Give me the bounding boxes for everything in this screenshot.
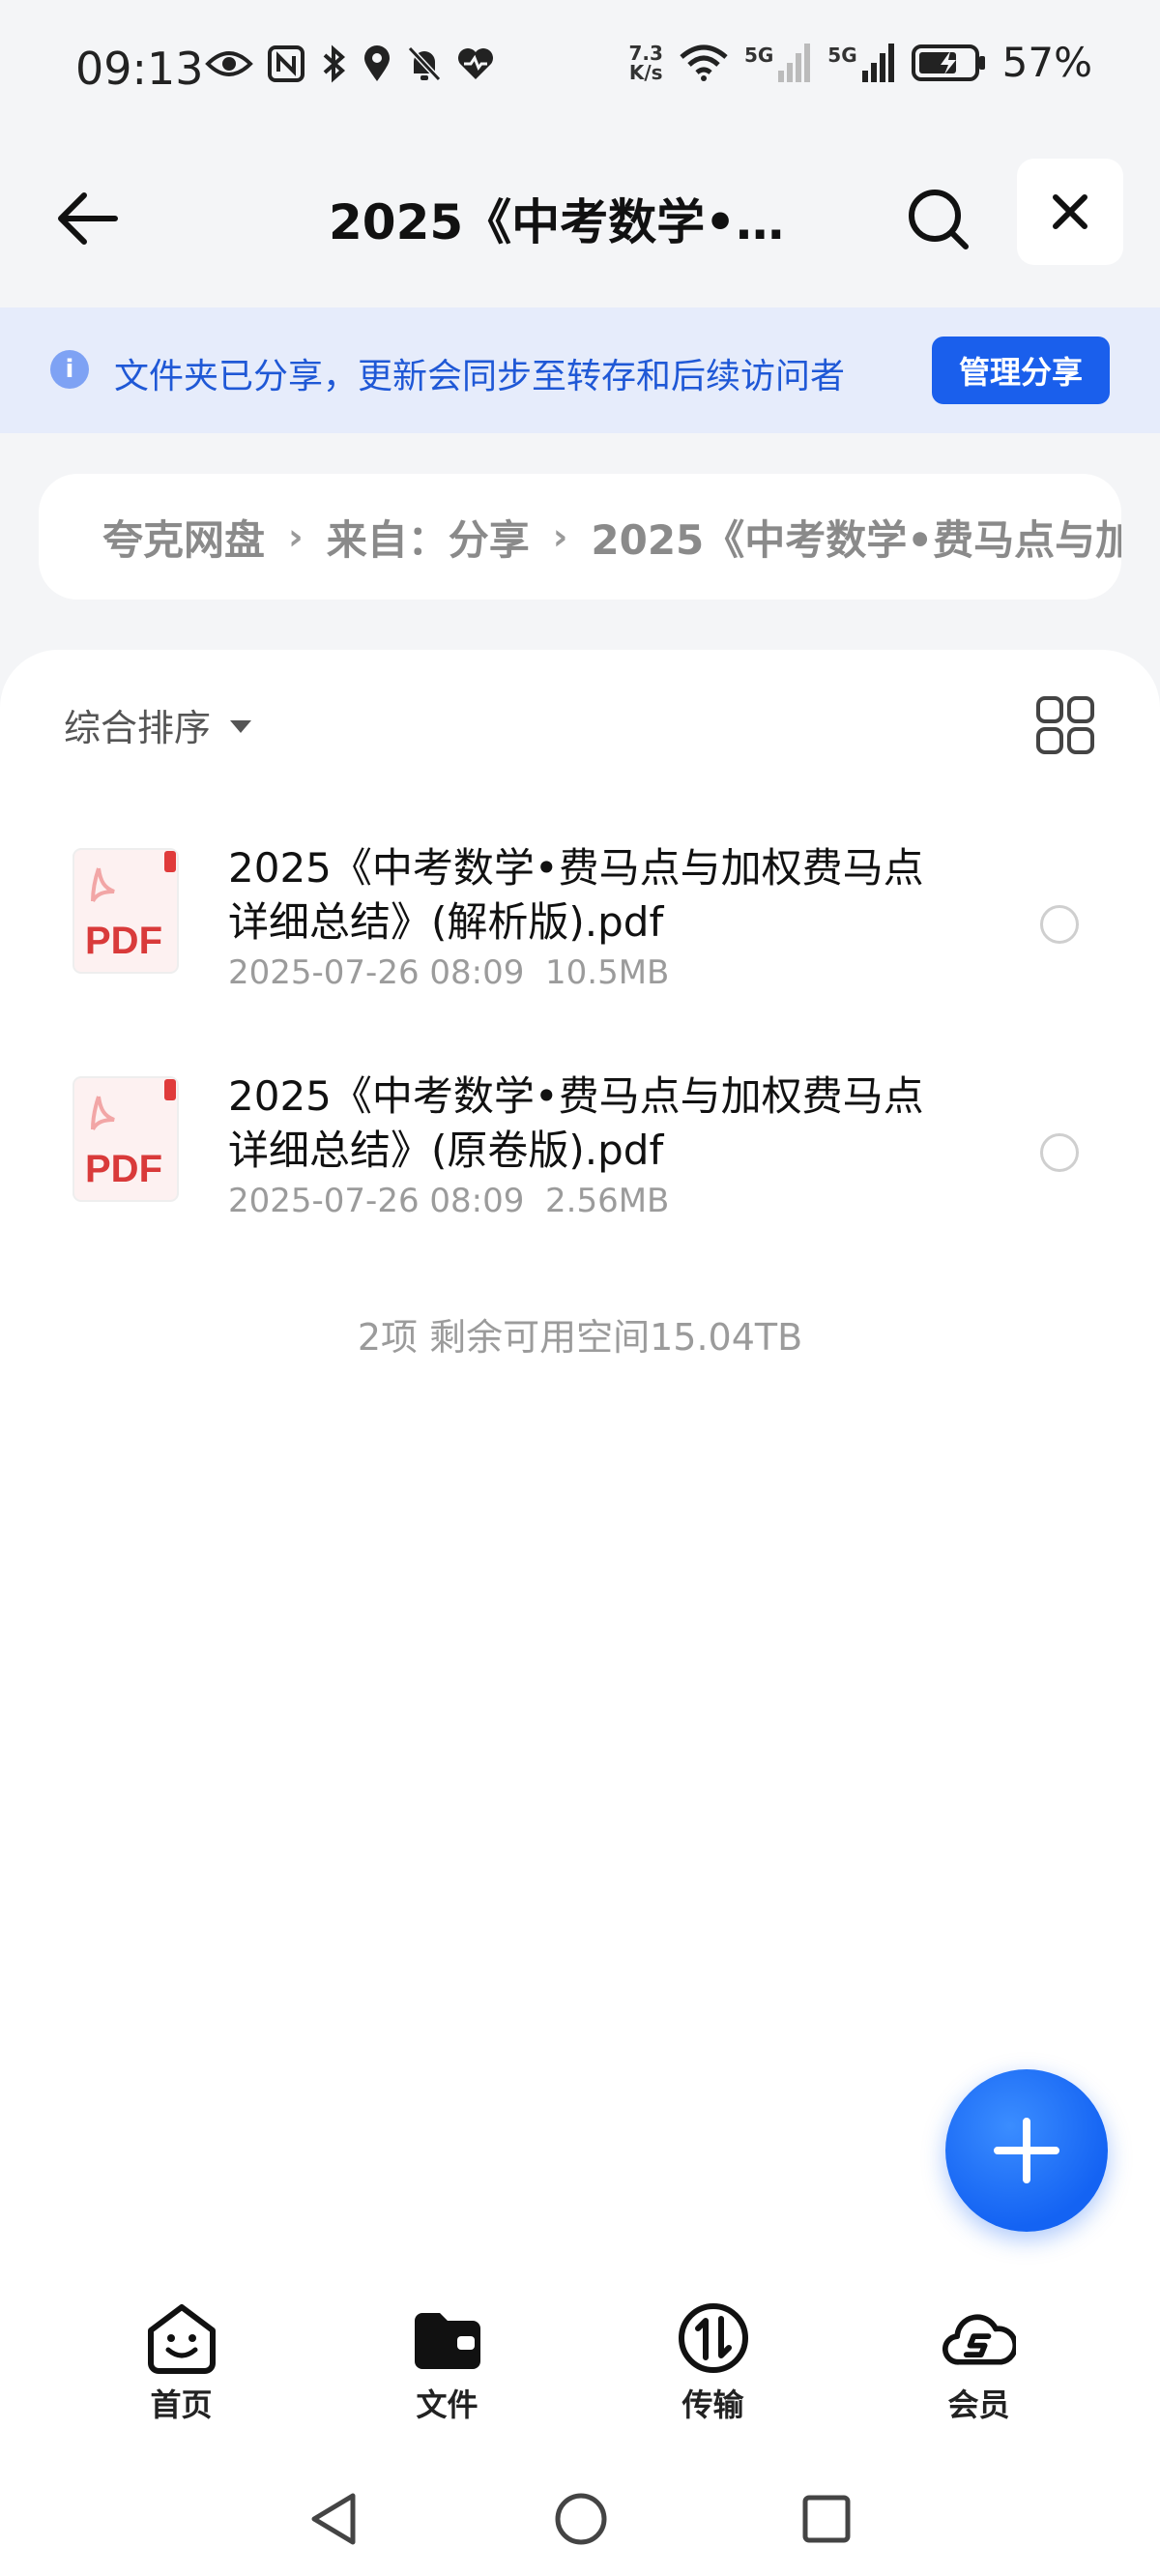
nav-label-transfer: 传输 (682, 2386, 744, 2423)
screen: 09:13 7.3 K/s 5G 5G 57% 2025《中考数学•费马 i 文… (0, 0, 1160, 2576)
nav-item-files[interactable]: 文件 (314, 2301, 580, 2437)
banner-text: 文件夹已分享，更新会同步至转存和后续访问者 (114, 357, 846, 396)
file-size: 2.56MB (545, 1182, 670, 1220)
breadcrumb-item-root[interactable]: 夸克网盘 (102, 508, 265, 567)
pdf-file-icon: PDF (72, 1076, 179, 1202)
arrow-left-icon (58, 192, 118, 245)
battery-icon (911, 44, 985, 81)
sim1-signal: 5G (743, 43, 812, 82)
network-speed-value: 7.3 (628, 41, 663, 65)
signal-bars-icon (778, 43, 811, 82)
breadcrumb-separator: › (288, 515, 304, 558)
sim1-label: 5G (743, 43, 774, 67)
nav-label-home: 首页 (150, 2386, 213, 2423)
file-date: 2025-07-26 08:09 (228, 1182, 525, 1220)
eye-icon (205, 51, 253, 76)
location-icon (364, 45, 390, 81)
add-button[interactable] (945, 2069, 1108, 2232)
back-button[interactable] (48, 180, 126, 257)
manage-share-button[interactable]: 管理分享 (932, 337, 1110, 404)
select-checkbox[interactable] (1040, 1133, 1079, 1172)
storage-summary: 2项 剩余可用空间15.04TB (357, 1316, 803, 1359)
sort-dropdown[interactable]: 综合排序 (64, 698, 252, 751)
nav-label-member: 会员 (947, 2386, 1010, 2423)
home-face-icon (147, 2304, 216, 2374)
folder-icon (414, 2313, 480, 2369)
file-list-card: 综合排序 PDF 2025《中考数学•费马点与加权费马点详细总结》(解析版).p… (0, 650, 1160, 2576)
page-title: 2025《中考数学•费马点与加权费马点详细总结》 (329, 194, 831, 250)
breadcrumb-item-share[interactable]: 来自：分享 (327, 508, 530, 567)
bottom-nav: 首页 文件 传输 会员 (0, 2301, 1160, 2437)
pdf-badge: PDF (85, 1148, 162, 1190)
system-back-button[interactable] (300, 2485, 367, 2553)
square-recents-icon (802, 2495, 851, 2543)
mute-bell-icon (407, 45, 442, 82)
sim2-signal: 5G (827, 43, 895, 82)
nav-label-files: 文件 (416, 2386, 478, 2423)
network-speed: 7.3 K/s (629, 44, 663, 82)
sort-label: 综合排序 (64, 707, 212, 749)
breadcrumb-item-current: 2025《中考数学•费马点与加权费马点详细总结》 (591, 515, 1121, 564)
file-meta: 2025-07-26 08:09 10.5MB (228, 953, 669, 992)
share-banner: i 文件夹已分享，更新会同步至转存和后续访问者 管理分享 (0, 307, 1160, 433)
file-size: 10.5MB (545, 953, 670, 992)
bluetooth-icon (323, 44, 346, 83)
file-name: 2025《中考数学•费马点与加权费马点详细总结》(解析版).pdf (228, 844, 924, 946)
system-recents-button[interactable] (793, 2485, 860, 2553)
sim2-label: 5G (827, 43, 857, 67)
file-row[interactable]: PDF 2025《中考数学•费马点与加权费马点详细总结》(原卷版).pdf 20… (0, 1072, 1160, 1288)
search-icon (909, 190, 969, 249)
nfc-icon (268, 45, 304, 82)
search-button[interactable] (899, 180, 976, 257)
file-meta: 2025-07-26 08:09 2.56MB (228, 1182, 669, 1220)
status-time: 09:13 (75, 43, 204, 95)
transfer-icon (678, 2303, 748, 2373)
file-date: 2025-07-26 08:09 (228, 953, 525, 992)
heart-rate-icon (458, 48, 493, 79)
nav-item-transfer[interactable]: 传输 (580, 2301, 846, 2437)
select-checkbox[interactable] (1040, 905, 1079, 944)
top-bar: 2025《中考数学•费马点与加权费马点详细总结》 (0, 145, 1160, 309)
nav-item-home[interactable]: 首页 (48, 2301, 314, 2437)
network-speed-unit: K/s (628, 60, 663, 84)
signal-bars-icon (861, 43, 894, 82)
grid-view-button[interactable] (1034, 694, 1096, 756)
file-row[interactable]: PDF 2025《中考数学•费马点与加权费马点详细总结》(解析版).pdf 20… (0, 844, 1160, 1060)
close-icon (1053, 194, 1088, 229)
file-name: 2025《中考数学•费马点与加权费马点详细总结》(原卷版).pdf (228, 1072, 924, 1174)
wifi-icon (680, 44, 728, 81)
caret-down-icon (230, 720, 252, 733)
info-icon: i (50, 350, 89, 389)
system-home-button[interactable] (547, 2485, 615, 2553)
plus-icon (994, 2118, 1059, 2183)
grid-view-icon (1036, 696, 1094, 754)
triangle-back-icon (311, 2493, 356, 2545)
circle-home-icon (555, 2493, 607, 2545)
pdf-file-icon: PDF (72, 848, 179, 974)
close-button[interactable] (1017, 159, 1123, 265)
battery-level: 57% (1001, 39, 1092, 86)
system-nav-bar (0, 2475, 1160, 2562)
breadcrumb: 夸克网盘 › 来自：分享 › 2025《中考数学•费马点与加权费马点详细总结》 (39, 474, 1121, 600)
status-bar: 09:13 7.3 K/s 5G 5G 57% (0, 0, 1160, 145)
nav-item-member[interactable]: 会员 (846, 2301, 1112, 2437)
status-left-icons (205, 44, 495, 83)
pdf-badge: PDF (85, 920, 162, 962)
breadcrumb-separator: › (552, 515, 568, 558)
cloud-s-icon (942, 2314, 1016, 2365)
status-right-icons: 7.3 K/s 5G 5G 57% (629, 39, 1092, 86)
